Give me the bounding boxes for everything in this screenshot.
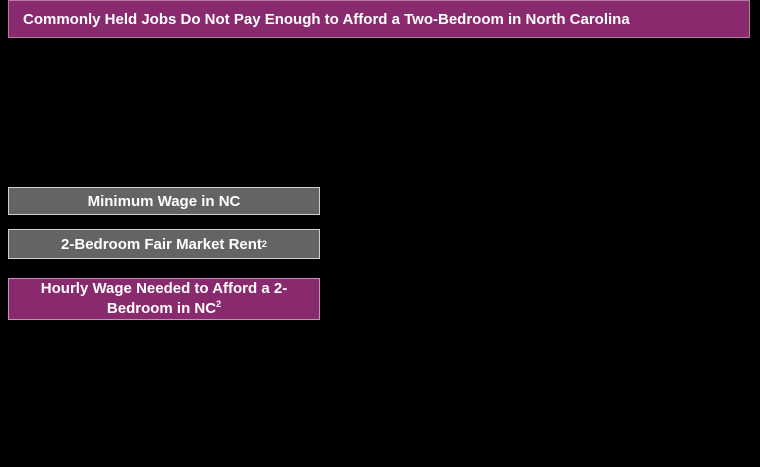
title-text: Commonly Held Jobs Do Not Pay Enough to … <box>23 10 630 28</box>
minimum-wage-text: Minimum Wage in NC <box>87 192 241 210</box>
minimum-wage-label: Minimum Wage in NC <box>8 187 320 215</box>
fair-market-rent-label: 2-Bedroom Fair Market Rent 2 <box>8 229 320 259</box>
hourly-wage-needed-text: Hourly Wage Needed to Afford a 2-Bedroom… <box>40 280 288 317</box>
hourly-wage-footnote: 2 <box>216 299 222 309</box>
fair-market-rent-text: 2-Bedroom Fair Market Rent <box>61 235 262 253</box>
page-title: Commonly Held Jobs Do Not Pay Enough to … <box>8 0 750 38</box>
hourly-wage-needed-label: Hourly Wage Needed to Afford a 2-Bedroom… <box>8 278 320 320</box>
